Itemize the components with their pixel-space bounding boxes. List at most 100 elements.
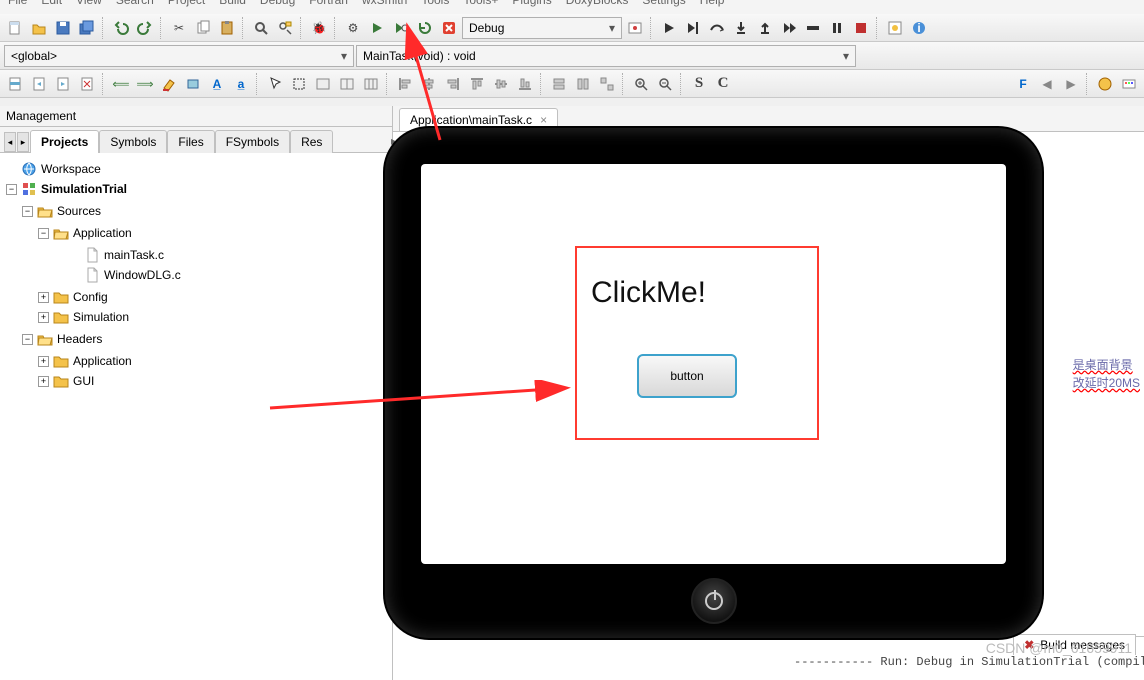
align-bottom-icon[interactable] [514, 73, 536, 95]
bug-icon[interactable]: 🐞 [308, 17, 330, 39]
tab-files[interactable]: Files [167, 130, 214, 153]
home-button[interactable] [691, 578, 737, 624]
tree-application-src[interactable]: −Application [38, 225, 132, 241]
menu-search[interactable]: Search [116, 0, 154, 7]
simulator-screen[interactable]: ClickMe! button [421, 164, 1006, 564]
tree-simulation[interactable]: +Simulation [38, 309, 129, 325]
tree-project[interactable]: −SimulationTrial [6, 181, 127, 197]
tab-scroll-left-icon[interactable]: ◂ [4, 132, 16, 152]
source-s-icon[interactable]: S [688, 73, 710, 95]
tree-gui[interactable]: +GUI [38, 373, 94, 389]
tab-fsymbols[interactable]: FSymbols [215, 130, 290, 153]
align-left-icon[interactable] [394, 73, 416, 95]
menu-project[interactable]: Project [168, 0, 205, 7]
nav-right-icon[interactable]: ▶ [1060, 73, 1082, 95]
signature-combo[interactable]: MainTask(void) : void ▾ [356, 45, 856, 67]
zoom-in-icon[interactable] [630, 73, 652, 95]
tree-config[interactable]: +Config [38, 289, 108, 305]
debug-windows-icon[interactable] [884, 17, 906, 39]
build-run-icon[interactable] [390, 17, 412, 39]
menu-plugins[interactable]: Plugins [512, 0, 551, 7]
layout-icon[interactable] [336, 73, 358, 95]
info-icon[interactable]: i [908, 17, 930, 39]
same-width-icon[interactable] [548, 73, 570, 95]
menu-settings[interactable]: Settings [642, 0, 685, 7]
find-icon[interactable] [250, 17, 272, 39]
selection-icon[interactable] [182, 73, 204, 95]
next-statement-icon[interactable] [778, 17, 800, 39]
fortran-f-icon[interactable]: F [1012, 73, 1034, 95]
save-all-icon[interactable] [76, 17, 98, 39]
tree-file-maintask[interactable]: mainTask.c [54, 247, 164, 263]
cursor-icon[interactable] [264, 73, 286, 95]
highlight-icon[interactable] [158, 73, 180, 95]
redo-icon[interactable] [134, 17, 156, 39]
menu-fortran[interactable]: Fortran [309, 0, 348, 7]
align-vcenter-icon[interactable] [490, 73, 512, 95]
next-bookmark-icon[interactable] [52, 73, 74, 95]
tree-headers[interactable]: −Headers [22, 331, 102, 347]
undo-icon[interactable] [110, 17, 132, 39]
settings-gear-icon[interactable]: ⚙ [342, 17, 364, 39]
build-target-combo[interactable]: Debug ▾ [462, 17, 622, 39]
nav-back-icon[interactable]: ⟸ [110, 73, 132, 95]
menu-build[interactable]: Build [219, 0, 246, 7]
rebuild-icon[interactable] [414, 17, 436, 39]
copy-icon[interactable] [192, 17, 214, 39]
expand-icon[interactable]: + [38, 292, 49, 303]
menu-file[interactable]: File [8, 0, 27, 7]
step-out-icon[interactable] [754, 17, 776, 39]
align-right-icon[interactable] [442, 73, 464, 95]
tree-application-hdr[interactable]: +Application [38, 353, 132, 369]
menu-help[interactable]: Help [700, 0, 725, 7]
nav-fwd-icon[interactable]: ⟹ [134, 73, 156, 95]
paste-icon[interactable] [216, 17, 238, 39]
abort-icon[interactable] [438, 17, 460, 39]
toggle-bookmark-icon[interactable] [4, 73, 26, 95]
grid-icon[interactable] [360, 73, 382, 95]
new-file-icon[interactable] [4, 17, 26, 39]
tab-scroll-right-icon[interactable]: ▸ [17, 132, 29, 152]
save-icon[interactable] [52, 17, 74, 39]
palette-icon[interactable] [1118, 73, 1140, 95]
menu-toolsplus[interactable]: Tools+ [463, 0, 498, 7]
nav-left-icon[interactable]: ◀ [1036, 73, 1058, 95]
instruction-icon[interactable] [802, 17, 824, 39]
step-over-icon[interactable] [706, 17, 728, 39]
menu-view[interactable]: View [76, 0, 102, 7]
expand-icon[interactable]: + [38, 376, 49, 387]
tab-resources[interactable]: Res [290, 130, 333, 153]
source-c-icon[interactable]: C [712, 73, 734, 95]
zoom-out-icon[interactable] [654, 73, 676, 95]
debug-run-icon[interactable] [658, 17, 680, 39]
same-size-icon[interactable] [596, 73, 618, 95]
open-folder-icon[interactable] [28, 17, 50, 39]
menu-tools[interactable]: Tools [421, 0, 449, 7]
panel-icon[interactable] [312, 73, 334, 95]
step-into-icon[interactable] [730, 17, 752, 39]
collapse-icon[interactable]: − [6, 184, 17, 195]
align-hcenter-icon[interactable] [418, 73, 440, 95]
text-tool-icon[interactable]: A̲ [206, 73, 228, 95]
run-icon[interactable] [366, 17, 388, 39]
expand-icon[interactable]: + [38, 356, 49, 367]
scope-combo[interactable]: <global> ▾ [4, 45, 354, 67]
menu-doxyblocks[interactable]: DoxyBlocks [566, 0, 629, 7]
tree-sources[interactable]: −Sources [22, 203, 101, 219]
doxy-icon[interactable] [1094, 73, 1116, 95]
collapse-icon[interactable]: − [38, 228, 49, 239]
menu-wxsmith[interactable]: wxSmith [362, 0, 407, 7]
cut-icon[interactable]: ✂ [168, 17, 190, 39]
expand-icon[interactable]: + [38, 312, 49, 323]
tree-file-windowdlg[interactable]: WindowDLG.c [54, 267, 181, 283]
replace-icon[interactable] [274, 17, 296, 39]
break-debug-icon[interactable] [826, 17, 848, 39]
select-rect-icon[interactable] [288, 73, 310, 95]
prev-bookmark-icon[interactable] [28, 73, 50, 95]
app-button[interactable]: button [637, 354, 737, 398]
char-tool-icon[interactable]: a̲ [230, 73, 252, 95]
clear-bookmarks-icon[interactable] [76, 73, 98, 95]
tree-workspace[interactable]: Workspace [6, 161, 101, 177]
target-settings-icon[interactable] [624, 17, 646, 39]
tab-projects[interactable]: Projects [30, 130, 99, 153]
